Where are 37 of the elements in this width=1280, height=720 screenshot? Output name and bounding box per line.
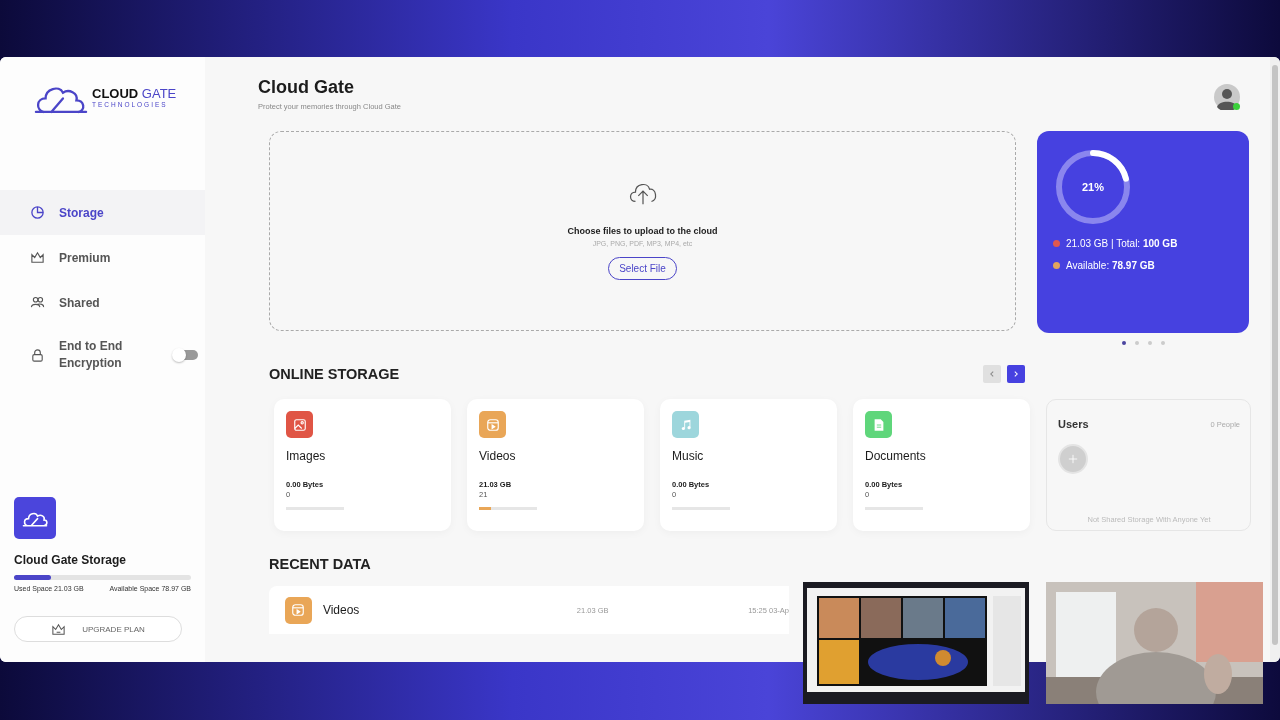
upgrade-plan-button[interactable]: UPGRADE PLAN [14, 616, 182, 642]
cloud-icon [14, 497, 56, 539]
category-name: Music [672, 449, 705, 463]
section-title: RECENT DATA [269, 556, 371, 572]
carousel-dot[interactable] [1121, 341, 1126, 345]
pie-chart-icon [30, 205, 45, 220]
users-title: Users [1058, 418, 1089, 430]
sidebar-item[interactable]: Shared [0, 280, 205, 325]
page-title: Cloud Gate [258, 77, 355, 98]
usage-percent: 21% [1082, 181, 1104, 193]
category-name: Documents [865, 449, 927, 463]
legend-text: 21.03 GB | Total: 100 GB [1066, 238, 1178, 249]
category-name: Videos [479, 449, 517, 463]
storage-title: Cloud Gate Storage [14, 553, 127, 567]
carousel-dot[interactable] [1160, 341, 1165, 345]
next-button[interactable] [1007, 365, 1025, 383]
crown-icon [51, 621, 67, 637]
sidebar-item[interactable]: End to End Encryption [0, 325, 205, 385]
crown-icon [30, 250, 45, 265]
add-user-button[interactable] [1058, 444, 1088, 474]
avatar[interactable] [1214, 84, 1240, 110]
sidebar-item[interactable]: Storage [0, 190, 205, 235]
legend-text: Available: 78.97 GB [1066, 260, 1155, 271]
sidebar-item[interactable]: Premium [0, 235, 205, 280]
carousel-dot[interactable] [1147, 341, 1152, 345]
users-icon [30, 295, 45, 310]
plus-icon [1068, 454, 1078, 464]
chevron-left-icon [988, 370, 996, 378]
upload-title: Choose files to upload to the cloud [567, 226, 718, 236]
carousel-dot[interactable] [1134, 341, 1139, 345]
file-name: Videos [322, 603, 361, 617]
toggle-switch[interactable] [174, 350, 198, 360]
category-name: Images [286, 449, 327, 463]
chevron-right-icon [1012, 370, 1020, 378]
lock-icon [30, 347, 45, 363]
section-title: ONLINE STORAGE [269, 366, 400, 382]
logo-name: CLOUD GATE [92, 86, 177, 101]
